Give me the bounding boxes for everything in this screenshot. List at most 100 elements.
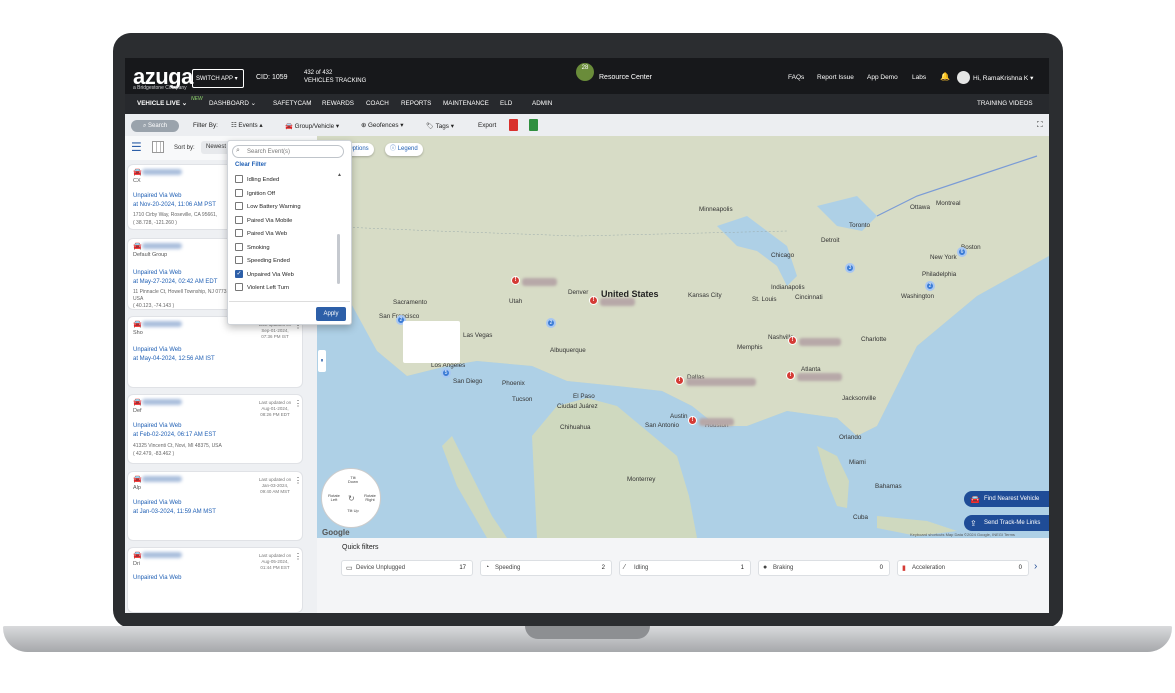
nav-eld[interactable]: ELD bbox=[500, 100, 512, 107]
alert-pin[interactable]: ! bbox=[786, 371, 795, 380]
report-issue-link[interactable]: Report Issue bbox=[817, 74, 854, 81]
nav-maintenance[interactable]: MAINTENANCE bbox=[443, 100, 489, 107]
tilt-down-button[interactable]: Tilt Down bbox=[347, 476, 359, 484]
acceleration-icon: ▮ bbox=[902, 565, 906, 572]
alert-pin[interactable]: ! bbox=[788, 336, 797, 345]
option-label: Unpaired Via Web bbox=[247, 272, 294, 278]
checkbox[interactable] bbox=[235, 175, 243, 184]
nav-coach[interactable]: COACH bbox=[366, 100, 389, 107]
vehicle-cluster-pin[interactable]: 3 bbox=[845, 263, 855, 273]
user-menu[interactable]: Hi, RamaKrishna K ▾ bbox=[973, 74, 1033, 82]
vehicle-name-redacted bbox=[142, 476, 182, 482]
car-icon: 🚘 bbox=[133, 552, 142, 559]
quick-filter-speeding[interactable]: ◔ Speeding 2 bbox=[480, 560, 612, 576]
event-option[interactable]: Violent Left Turn bbox=[235, 283, 289, 293]
event-option[interactable]: Idling Ended bbox=[235, 175, 279, 185]
nav-reports[interactable]: REPORTS bbox=[401, 100, 431, 107]
tilt-up-button[interactable]: Tilt Up bbox=[347, 509, 359, 513]
vehicle-cluster-pin[interactable]: 2 bbox=[546, 318, 556, 328]
address-country: USA bbox=[133, 296, 144, 302]
quick-filter-braking[interactable]: ● Braking 0 bbox=[758, 560, 890, 576]
checkbox[interactable] bbox=[235, 189, 243, 198]
quick-filter-idling[interactable]: ⁄ Idling 1 bbox=[619, 560, 751, 576]
list-item[interactable]: 🚘 Sho Unpaired Via Web at May-04-2024, 1… bbox=[127, 316, 303, 388]
list-item[interactable]: 🚘 Def Unpaired Via Web at Feb-02-2024, 0… bbox=[127, 394, 303, 464]
checkbox[interactable] bbox=[235, 216, 243, 225]
checkbox[interactable] bbox=[235, 243, 243, 252]
search-button[interactable]: ⌕ Search bbox=[131, 120, 179, 132]
group-vehicle-filter[interactable]: 🚘 Group/Vehicle ▾ bbox=[285, 122, 339, 130]
vehicle-name-redacted bbox=[142, 169, 182, 175]
idling-icon: ⁄ bbox=[624, 564, 626, 571]
map-rotate-control[interactable]: Tilt Down Tilt Up Rotate Left Rotate Rig… bbox=[321, 468, 381, 528]
checkbox[interactable] bbox=[235, 229, 243, 238]
car-icon: 🚘 bbox=[285, 123, 293, 130]
more-options-icon[interactable]: ⋮ bbox=[294, 399, 302, 408]
vehicle-cluster-pin[interactable]: 6 bbox=[957, 247, 967, 257]
grid-view-icon[interactable] bbox=[152, 141, 164, 153]
event-option[interactable]: Paired Via Mobile bbox=[235, 216, 292, 226]
excel-export-icon[interactable] bbox=[529, 119, 538, 131]
event-option[interactable]: Paired Via Web bbox=[235, 229, 287, 239]
more-options-icon[interactable]: ⋮ bbox=[294, 552, 302, 561]
rotate-left-button[interactable]: Rotate Left bbox=[327, 494, 341, 502]
vehicle-cluster-pin[interactable]: 5 bbox=[441, 368, 451, 378]
alert-pin[interactable]: ! bbox=[589, 296, 598, 305]
collapse-panel-handle[interactable]: ⏸ bbox=[318, 350, 326, 372]
resource-center-badge[interactable]: 28 bbox=[576, 63, 594, 81]
events-filter[interactable]: ☷ Events ▴ bbox=[231, 122, 263, 129]
alert-pin[interactable]: ! bbox=[688, 416, 697, 425]
event-option[interactable]: Ignition Off bbox=[235, 189, 275, 199]
resource-center-link[interactable]: Resource Center bbox=[599, 74, 652, 81]
checkbox[interactable] bbox=[235, 256, 243, 265]
legend-button[interactable]: ⓘ Legend bbox=[385, 143, 423, 156]
event-option[interactable]: Smoking bbox=[235, 243, 270, 253]
notification-bell-icon[interactable]: 🔔 bbox=[940, 72, 950, 81]
pdf-export-icon[interactable] bbox=[509, 119, 518, 131]
quick-filter-acceleration[interactable]: ▮ Acceleration 0 bbox=[897, 560, 1029, 576]
geofences-filter[interactable]: ⊕ Geofences ▾ bbox=[361, 122, 403, 129]
city-label: El Paso bbox=[573, 393, 595, 400]
fullscreen-icon[interactable]: ⛶ bbox=[1037, 120, 1043, 130]
list-view-icon[interactable]: ☰ bbox=[131, 141, 142, 153]
nav-dashboard[interactable]: DASHBOARD ⌄ bbox=[209, 100, 256, 107]
event-option[interactable]: Low Battery Warning bbox=[235, 202, 301, 212]
event-search-input[interactable]: Search Event(s) bbox=[232, 145, 344, 158]
rotate-right-button[interactable]: Rotate Right bbox=[362, 494, 378, 502]
labs-link[interactable]: Labs bbox=[912, 74, 926, 81]
alert-pin[interactable]: ! bbox=[511, 276, 520, 285]
scroll-up-icon[interactable]: ▲ bbox=[337, 172, 342, 178]
nav-vehicle-live[interactable]: VEHICLE LIVE ⌄ bbox=[137, 100, 187, 107]
chevron-right-icon[interactable]: › bbox=[1034, 561, 1037, 572]
nav-admin[interactable]: ADMIN bbox=[532, 100, 552, 107]
coordinates: ( 42.479, -83.462 ) bbox=[133, 451, 175, 457]
checkbox-checked[interactable]: ✓ bbox=[235, 270, 243, 279]
checkbox[interactable] bbox=[235, 202, 243, 211]
training-videos-link[interactable]: TRAINING VIDEOS bbox=[977, 100, 1033, 107]
event-option[interactable]: ✓ Unpaired Via Web bbox=[235, 270, 294, 280]
list-item[interactable]: 🚘 Alp Unpaired Via Web at Jan-03-2024, 1… bbox=[127, 471, 303, 541]
faqs-link[interactable]: FAQs bbox=[788, 74, 804, 81]
quick-filter-device-unplugged[interactable]: ▭ Device Unplugged 17 bbox=[341, 560, 473, 576]
event-option[interactable]: Speeding Ended bbox=[235, 256, 290, 266]
nav-rewards[interactable]: REWARDS bbox=[322, 100, 354, 107]
checkbox[interactable] bbox=[235, 283, 243, 292]
city-label: St. Louis bbox=[752, 296, 777, 303]
quick-filter-count: 17 bbox=[459, 565, 466, 571]
alert-pin[interactable]: ! bbox=[675, 376, 684, 385]
clear-filter-link[interactable]: Clear Filter bbox=[235, 162, 266, 168]
city-label: Philadelphia bbox=[922, 271, 957, 278]
tags-filter[interactable]: 🏷 Tags ▾ bbox=[426, 122, 454, 130]
vehicle-cluster-pin[interactable]: 2 bbox=[925, 281, 935, 291]
nav-safetycam[interactable]: SAFETYCAM bbox=[273, 100, 312, 107]
send-track-me-links-button[interactable]: Send Track-Me Links bbox=[964, 515, 1049, 531]
app-demo-link[interactable]: App Demo bbox=[867, 74, 898, 81]
avatar[interactable] bbox=[957, 71, 970, 84]
dropdown-scrollbar[interactable] bbox=[337, 234, 340, 284]
list-item[interactable]: 🚘 Dri Unpaired Via Web Last updated on A… bbox=[127, 547, 303, 613]
apply-button[interactable]: Apply bbox=[316, 307, 346, 321]
more-options-icon[interactable]: ⋮ bbox=[294, 476, 302, 485]
share-link-icon: ⇪ bbox=[970, 519, 977, 528]
switch-app-button[interactable]: SWITCH APP ▾ bbox=[192, 69, 244, 88]
map-attribution[interactable]: Keyboard shortcuts Map Data ©2024 Google… bbox=[910, 532, 1015, 537]
